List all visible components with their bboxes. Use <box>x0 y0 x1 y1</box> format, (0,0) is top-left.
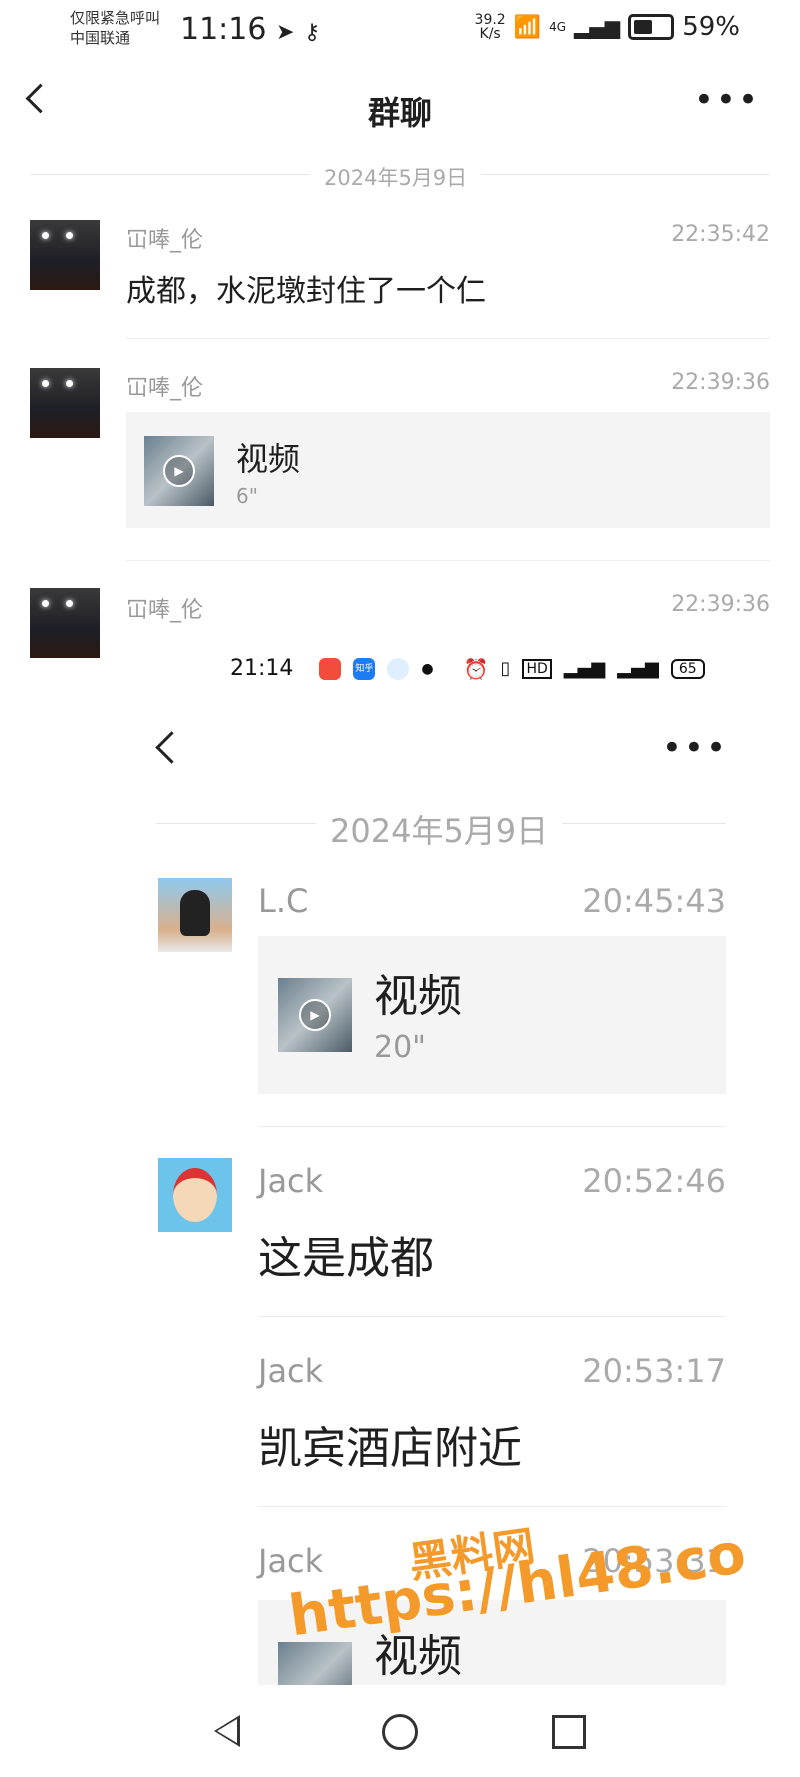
cartoon-face-icon <box>173 1168 217 1222</box>
embedded-more-icon: ••• <box>661 728 728 768</box>
embedded-back-icon <box>155 731 188 764</box>
video-duration: 6" <box>236 484 258 508</box>
message-time: 22:39:36 <box>671 592 770 617</box>
message-separator <box>126 338 770 339</box>
dot-icon: ● <box>421 660 434 677</box>
carrier-info: 仅限紧急呼叫 中国联通 <box>70 8 160 48</box>
embedded-time: 20:52:46 <box>582 1162 726 1200</box>
page-title: 群聊 <box>367 94 432 132</box>
message-text[interactable]: 成都，水泥墩封住了一个仁 <box>126 266 486 310</box>
play-icon: ▶ <box>299 999 331 1031</box>
carrier-line-emergency: 仅限紧急呼叫 <box>70 9 161 27</box>
embedded-message-text: 凯宾酒店附近 <box>258 1423 522 1474</box>
embedded-avatar-jack <box>158 1158 232 1232</box>
avatar[interactable] <box>30 588 100 658</box>
avatar[interactable] <box>30 368 100 438</box>
alarm-icon: ⏰ <box>463 656 489 681</box>
zhihu-app-icon: 知乎 <box>353 657 376 680</box>
date-divider: 2024年5月9日 <box>310 162 482 192</box>
network-type: 4G <box>549 20 567 34</box>
message-separator <box>126 560 770 561</box>
embedded-status-bar: 21:14 知乎 ● ⏰ ▯ HD ▂▄▆ ▂▄▆ 65 <box>230 656 720 681</box>
battery-icon <box>628 14 675 40</box>
message-time: 22:39:36 <box>671 370 770 395</box>
video-message[interactable]: ▶ 视频 6" <box>126 412 770 528</box>
embedded-video-card: ▶ 视频 20" <box>258 936 726 1094</box>
telegram-icon: ➤ <box>276 20 295 45</box>
embedded-message-text: 这是成都 <box>258 1233 434 1284</box>
nav-home-icon[interactable] <box>382 1714 418 1750</box>
embedded-sender: Jack <box>258 1542 324 1580</box>
more-icon[interactable]: ••• <box>694 83 760 117</box>
avatar[interactable] <box>30 220 100 290</box>
nav-back-icon[interactable] <box>214 1715 240 1747</box>
sender-name: 冚唪_伦 <box>126 598 204 623</box>
status-time: 11:16 ➤ ⚷ <box>180 12 320 47</box>
play-icon: ▶ <box>163 455 195 487</box>
music-app-icon <box>319 657 342 680</box>
status-right: 39.2 K/s 📶 4G ▂▄▆ 59% <box>475 12 740 42</box>
status-time-text: 11:16 <box>180 12 267 47</box>
embedded-video-duration: 20" <box>374 1030 426 1065</box>
embedded-status-time: 21:14 <box>230 656 294 681</box>
network-speed-unit: K/s <box>479 26 501 42</box>
embedded-separator <box>258 1126 726 1127</box>
embedded-video-label: 视频 <box>374 971 462 1022</box>
browser-app-icon <box>387 657 410 680</box>
embedded-battery: 65 <box>670 658 705 679</box>
hd-icon: HD <box>522 658 552 679</box>
embedded-video-thumbnail <box>278 1642 352 1685</box>
battery-percent: 59% <box>682 12 740 42</box>
embedded-time: 20:53:17 <box>582 1352 726 1390</box>
embedded-time: 20:45:43 <box>582 882 726 920</box>
key-icon: ⚷ <box>304 20 321 45</box>
embedded-avatar-lc <box>158 878 232 952</box>
signal-icon: ▂▄▆ <box>574 15 621 39</box>
network-speed: 39.2 K/s <box>475 13 506 41</box>
nav-recent-icon[interactable] <box>552 1715 586 1749</box>
embedded-separator <box>258 1506 726 1507</box>
carrier-line-name: 中国联通 <box>70 29 131 47</box>
embedded-video-thumbnail: ▶ <box>278 978 352 1052</box>
navigation-bar <box>0 1685 800 1777</box>
video-label: 视频 <box>236 440 301 478</box>
signal-icon: ▂▄▆ <box>617 658 659 679</box>
network-speed-value: 39.2 <box>474 12 506 28</box>
embedded-sender: L.C <box>258 882 309 920</box>
sender-name: 冚唪_伦 <box>126 376 204 401</box>
embedded-date-divider: 2024年5月9日 <box>316 806 563 852</box>
embedded-sender: Jack <box>258 1352 324 1390</box>
video-thumbnail[interactable]: ▶ <box>144 436 214 506</box>
embedded-sender: Jack <box>258 1162 324 1200</box>
wifi-icon: 📶 <box>513 14 542 40</box>
message-time: 22:35:42 <box>671 222 770 247</box>
vibrate-icon: ▯ <box>500 658 511 679</box>
signal-icon: ▂▄▆ <box>563 658 606 679</box>
embedded-separator <box>258 1316 726 1317</box>
sender-name: 冚唪_伦 <box>126 228 204 253</box>
